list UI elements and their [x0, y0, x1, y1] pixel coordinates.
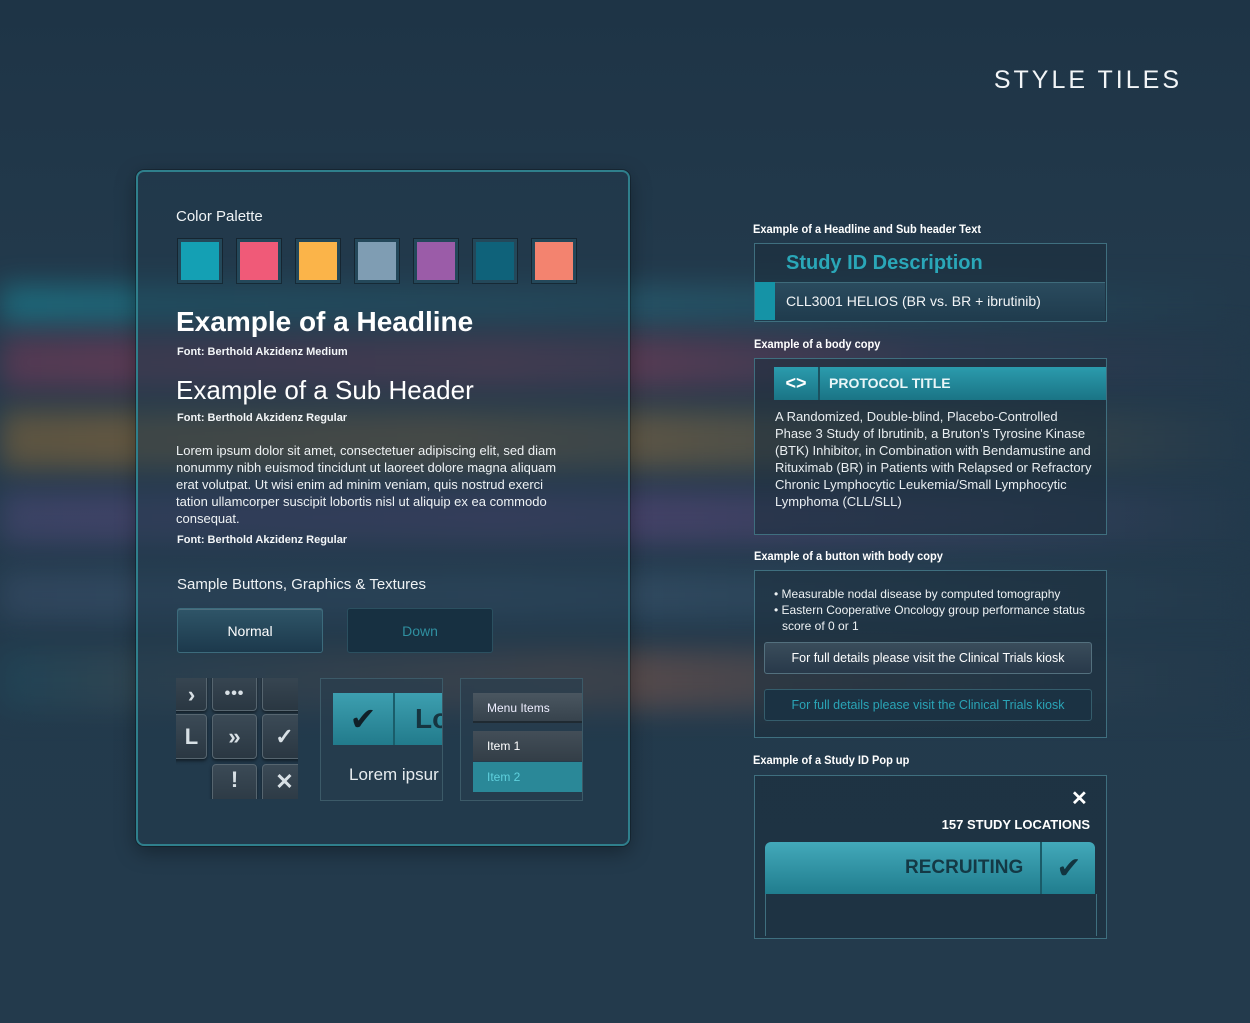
color-swatches — [178, 239, 576, 283]
menu-item-2[interactable]: Item 2 — [473, 762, 582, 792]
subheader-example: Example of a Sub Header — [176, 375, 474, 405]
swatch-pink — [237, 239, 281, 283]
criteria-list: • Measurable nodal disease by computed t… — [774, 586, 1094, 634]
button-section-title: Example of a button with body copy — [754, 549, 943, 563]
more-dots-icon[interactable]: ••• — [212, 678, 257, 711]
swatch-gray-blue — [355, 239, 399, 283]
code-arrows-icon[interactable]: <> — [774, 367, 820, 400]
chevron-right-icon[interactable]: › — [176, 678, 207, 711]
study-accent-bar — [755, 282, 775, 320]
headline-font-note: Font: Berthold Akzidenz Medium — [177, 346, 348, 358]
criteria-item: • Measurable nodal disease by computed t… — [774, 587, 1061, 601]
checkmark-icon[interactable]: ✔ — [333, 693, 395, 745]
headline-example: Example of a Headline — [176, 306, 474, 337]
samples-title: Sample Buttons, Graphics & Textures — [177, 576, 427, 593]
swatch-salmon — [532, 239, 576, 283]
blank-key[interactable] — [262, 678, 298, 711]
subheader-font-note: Font: Berthold Akzidenz Regular — [177, 412, 348, 424]
study-locations: 157 STUDY LOCATIONS — [941, 817, 1090, 832]
swatch-orange — [296, 239, 340, 283]
body-copy-example: Lorem ipsum dolor sit amet, consectetuer… — [176, 443, 557, 526]
criteria-item: • Eastern Cooperative Oncology group per… — [774, 603, 1086, 633]
headline-section-title: Example of a Headline and Sub header Tex… — [753, 222, 982, 236]
menu-sample: Menu Items Item 1 Item 2 — [460, 678, 583, 801]
recruiting-label: RECRUITING — [905, 857, 1024, 878]
swatch-dark-teal — [473, 239, 517, 283]
normal-button[interactable]: Normal — [177, 608, 323, 653]
style-tile-panel: Color Palette Example of a Headline Font… — [136, 170, 630, 846]
menu-item-1[interactable]: Item 1 — [473, 731, 582, 761]
check-icon[interactable]: ✓ — [262, 714, 298, 759]
kiosk-button-down[interactable]: For full details please visit the Clinic… — [764, 689, 1092, 721]
down-button[interactable]: Down — [347, 608, 493, 653]
checkbox-label: Lo — [395, 693, 442, 745]
double-chevron-icon[interactable]: » — [212, 714, 257, 759]
popup-section-title: Example of a Study ID Pop up — [753, 753, 910, 767]
kiosk-button-normal[interactable]: For full details please visit the Clinic… — [764, 642, 1092, 674]
body-font-note: Font: Berthold Akzidenz Regular — [177, 534, 348, 546]
close-icon[interactable]: ✕ — [262, 764, 298, 799]
popup-lower-area — [765, 894, 1097, 936]
checkbox-sample: ✔ Lo Lorem ipsur — [320, 678, 443, 801]
icon-key-grid: › ••• L » ✓ ! ✕ — [176, 678, 298, 799]
body-section-title: Example of a body copy — [754, 337, 881, 351]
study-subtitle: CLL3001 HELIOS (BR vs. BR + ibrutinib) — [786, 293, 1041, 309]
study-id-title: Study ID Description — [786, 252, 983, 274]
corner-left-icon[interactable]: L — [176, 714, 207, 759]
swatch-teal — [178, 239, 222, 283]
palette-title: Color Palette — [176, 208, 263, 225]
check-icon[interactable]: ✔ — [1040, 842, 1096, 894]
protocol-title: PROTOCOL TITLE — [829, 375, 951, 391]
close-icon[interactable]: ✕ — [1071, 786, 1088, 811]
swatch-purple — [414, 239, 458, 283]
menu-header: Menu Items — [473, 693, 582, 723]
checkbox-text: Lorem ipsur — [349, 765, 439, 784]
exclamation-icon[interactable]: ! — [212, 764, 257, 799]
page-title: STYLE TILES — [993, 66, 1182, 94]
protocol-body: A Randomized, Double-blind, Placebo-Cont… — [775, 409, 1092, 509]
